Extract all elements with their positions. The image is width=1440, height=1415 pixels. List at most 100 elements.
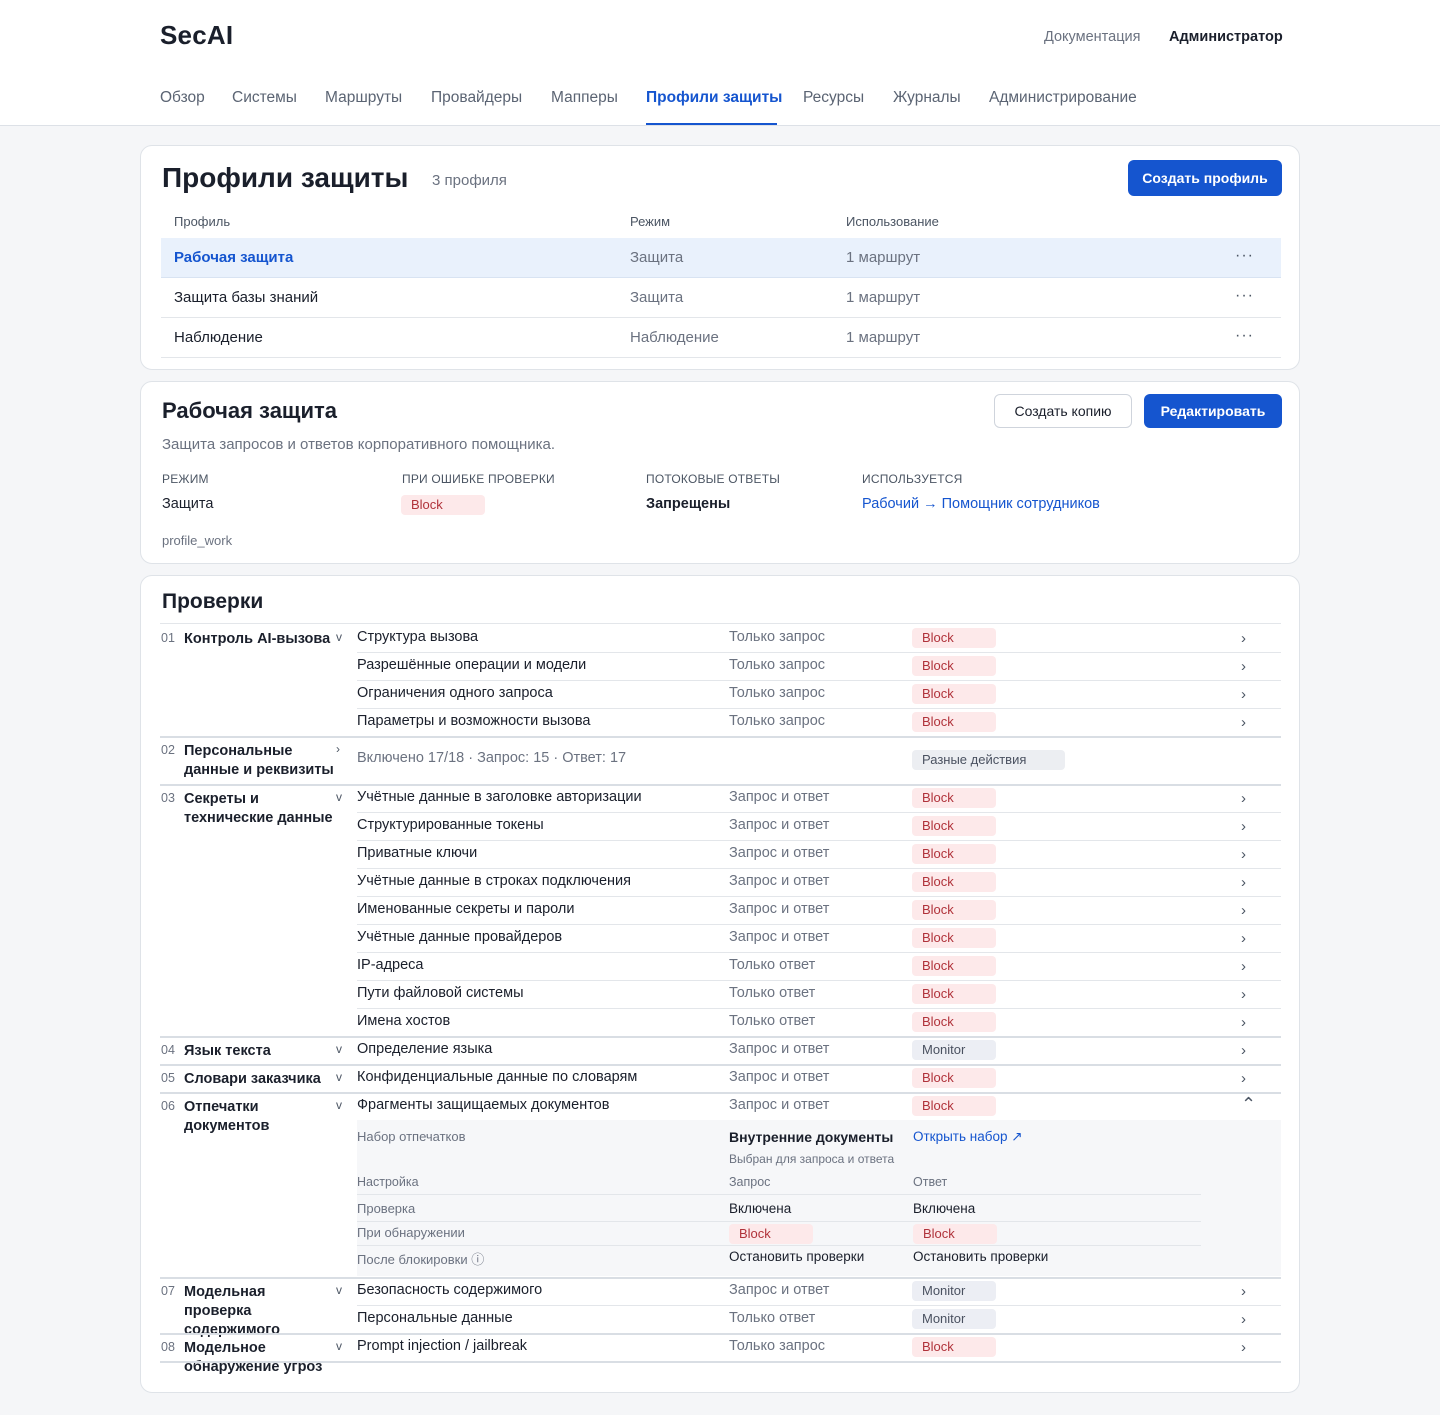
profile-name[interactable]: Наблюдение	[174, 329, 263, 346]
table-row[interactable]	[161, 278, 1281, 318]
chevron-right-icon[interactable]: ›	[1241, 1311, 1246, 1328]
chevron-right-icon[interactable]: ›	[1241, 846, 1246, 863]
request-setting-value: Остановить проверки	[729, 1249, 865, 1264]
check-name[interactable]: Ограничения одного запроса	[357, 685, 553, 701]
nav-tab-systems[interactable]: Системы	[232, 89, 297, 107]
nav-tab-providers[interactable]: Провайдеры	[431, 89, 522, 107]
group-name[interactable]: Словари заказчика	[184, 1070, 334, 1089]
settings-divider	[357, 1194, 1201, 1195]
collapse-icon[interactable]: ⌃	[1241, 1094, 1256, 1115]
chevron-down-icon[interactable]: v	[336, 1042, 342, 1056]
request-action-badge: Block	[729, 1224, 813, 1244]
table-row[interactable]	[161, 318, 1281, 358]
check-name[interactable]: Конфиденциальные данные по словарям	[357, 1069, 637, 1085]
chevron-right-icon[interactable]: ›	[1241, 686, 1246, 703]
chevron-right-icon[interactable]: ›	[1241, 958, 1246, 975]
chevron-right-icon[interactable]: ›	[1241, 1283, 1246, 1300]
check-name[interactable]: Параметры и возможности вызова	[357, 713, 590, 729]
action-badge: Block	[912, 1068, 996, 1088]
chevron-right-icon[interactable]: ›	[1241, 986, 1246, 1003]
action-badge: Block	[912, 816, 996, 836]
setting-label: Проверка	[357, 1201, 416, 1216]
nav-tab-resources[interactable]: Ресурсы	[803, 89, 864, 107]
check-name[interactable]: Учётные данные провайдеров	[357, 929, 562, 945]
check-name[interactable]: Имена хостов	[357, 1013, 450, 1029]
action-badge: Block	[912, 984, 996, 1004]
chevron-right-icon[interactable]: ›	[336, 742, 340, 756]
used-by-route-link[interactable]: Рабочий → Помощник сотрудников	[862, 496, 1100, 512]
group-name[interactable]: Модельная проверка содержимого	[184, 1283, 334, 1340]
check-name[interactable]: Персональные данные	[357, 1310, 513, 1326]
copy-profile-button[interactable]: Создать копию	[994, 394, 1132, 428]
group-divider	[160, 1333, 1281, 1335]
profile-name[interactable]: Рабочая защита	[174, 249, 293, 266]
row-menu-icon[interactable]: ···	[1235, 327, 1254, 345]
chevron-down-icon[interactable]: v	[336, 1098, 342, 1112]
check-name[interactable]: Учётные данные в заголовке авторизации	[357, 789, 642, 805]
app-logo[interactable]: SecAI	[160, 20, 233, 51]
check-name[interactable]: Приватные ключи	[357, 845, 477, 861]
chevron-down-icon[interactable]: v	[336, 1339, 342, 1353]
chevron-down-icon[interactable]: v	[336, 1283, 342, 1297]
chevron-right-icon[interactable]: ›	[1241, 874, 1246, 891]
row-menu-icon[interactable]: ···	[1235, 287, 1254, 305]
check-name[interactable]: Именованные секреты и пароли	[357, 901, 574, 917]
check-direction: Только ответ	[729, 957, 816, 973]
open-set-link[interactable]: Открыть набор ↗	[913, 1129, 1023, 1145]
chevron-down-icon[interactable]: v	[336, 1070, 342, 1084]
chevron-right-icon[interactable]: ›	[1241, 902, 1246, 919]
check-name[interactable]: Структурированные токены	[357, 817, 544, 833]
docs-link[interactable]: Документация	[1044, 29, 1140, 45]
check-direction: Запрос и ответ	[729, 929, 830, 945]
chevron-down-icon[interactable]: v	[336, 630, 342, 644]
check-name[interactable]: Безопасность содержимого	[357, 1282, 542, 1298]
user-menu[interactable]: Администратор	[1169, 29, 1283, 45]
nav-tab-protection-profiles[interactable]: Профили защиты	[646, 89, 782, 107]
nav-tab-administration[interactable]: Администрирование	[989, 89, 1137, 107]
group-name[interactable]: Персональные данные и реквизиты	[184, 742, 334, 780]
column-header-profile: Профиль	[174, 214, 231, 229]
profile-detail-card: Рабочая защита Создать копию Редактирова…	[140, 381, 1300, 564]
response-setting-value: Включена	[913, 1201, 976, 1216]
nav-tab-mappers[interactable]: Мапперы	[551, 89, 618, 107]
chevron-right-icon[interactable]: ›	[1241, 658, 1246, 675]
row-menu-icon[interactable]: ···	[1235, 247, 1254, 265]
profile-name[interactable]: Защита базы знаний	[174, 289, 318, 306]
group-name[interactable]: Отпечатки документов	[184, 1098, 334, 1136]
create-profile-button[interactable]: Создать профиль	[1128, 160, 1282, 196]
check-name[interactable]: Prompt injection / jailbreak	[357, 1338, 527, 1354]
chevron-right-icon[interactable]: ›	[1241, 1042, 1246, 1059]
chevron-right-icon[interactable]: ›	[1241, 630, 1246, 647]
response-action-badge: Block	[913, 1224, 997, 1244]
group-name[interactable]: Секреты и технические данные	[184, 790, 334, 828]
check-name[interactable]: IP-адреса	[357, 957, 424, 973]
nav-tab-routes[interactable]: Маршруты	[325, 89, 402, 107]
chevron-right-icon[interactable]: ›	[1241, 1339, 1246, 1356]
chevron-right-icon[interactable]: ›	[1241, 714, 1246, 731]
check-name[interactable]: Учётные данные в строках подключения	[357, 873, 631, 889]
group-divider	[160, 1277, 1281, 1279]
check-name[interactable]: Разрешённые операции и модели	[357, 657, 586, 673]
group-divider	[160, 1092, 1281, 1094]
group-name[interactable]: Модельное обнаружение угроз	[184, 1339, 334, 1377]
check-name[interactable]: Структура вызова	[357, 629, 478, 645]
check-direction: Только ответ	[729, 1013, 816, 1029]
group-name[interactable]: Контроль AI-вызова	[184, 630, 334, 649]
edit-profile-button[interactable]: Редактировать	[1144, 394, 1282, 428]
group-name[interactable]: Язык текста	[184, 1042, 334, 1061]
table-row-selected[interactable]	[161, 238, 1281, 278]
chevron-right-icon[interactable]: ›	[1241, 1070, 1246, 1087]
chevron-right-icon[interactable]: ›	[1241, 790, 1246, 807]
action-badge: Block	[912, 1096, 996, 1116]
chevron-right-icon[interactable]: ›	[1241, 930, 1246, 947]
check-name[interactable]: Определение языка	[357, 1041, 492, 1057]
check-name[interactable]: Пути файловой системы	[357, 985, 524, 1001]
chevron-right-icon[interactable]: ›	[1241, 1014, 1246, 1031]
nav-tab-logs[interactable]: Журналы	[893, 89, 961, 107]
chevron-down-icon[interactable]: v	[336, 790, 342, 804]
nav-tab-overview[interactable]: Обзор	[160, 89, 205, 107]
request-setting-value: Включена	[729, 1201, 792, 1216]
profile-title: Рабочая защита	[162, 398, 338, 423]
chevron-right-icon[interactable]: ›	[1241, 818, 1246, 835]
check-name[interactable]: Фрагменты защищаемых документов	[357, 1097, 609, 1113]
